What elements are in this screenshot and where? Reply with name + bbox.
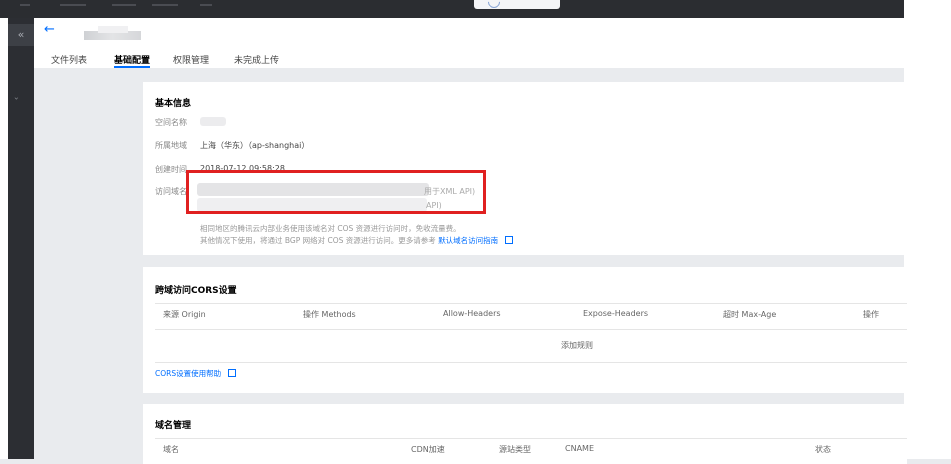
add-rule-link[interactable]: 添加规则 (561, 340, 593, 351)
back-arrow-icon[interactable]: ← (44, 23, 55, 37)
right-edge (904, 0, 951, 459)
column-header: 源站类型 (499, 445, 531, 454)
loading-icon (485, 0, 503, 11)
topbar-item (200, 4, 212, 6)
basic-info-card: 基本信息 空间名称 所属地域 上海（华东）（ap-shanghai） 创建时间 … (143, 82, 907, 255)
bucket-name-redacted (200, 117, 226, 126)
topbar-item (112, 4, 136, 6)
topbar-search-pill[interactable] (474, 0, 560, 11)
sidebar: « › (8, 18, 34, 459)
created-time-label: 创建时间 (155, 165, 187, 174)
cors-card: 跨域访问CORS设置 来源 Origin 操作 Methods Allow-He… (143, 267, 907, 393)
page-header: ← 文件列表 基础配置 权限管理 未完成上传 (34, 18, 904, 68)
topbar-item (152, 4, 178, 6)
column-header: CNAME (565, 444, 594, 453)
column-header: CDN加速 (411, 445, 445, 454)
main-content: 基本信息 空间名称 所属地域 上海（华东）（ap-shanghai） 创建时间 … (34, 68, 907, 464)
chevron-down-icon[interactable]: › (12, 97, 21, 100)
domain-note-line2: 其他情况下使用，将通过 BGP 网络对 COS 资源进行访问。更多请参考 默认域… (200, 235, 513, 246)
column-header: 操作 Methods (303, 310, 356, 319)
domain-label: 访问域名 (155, 187, 187, 196)
region-label: 所属地域 (155, 141, 187, 150)
domain-note-line1: 相同地区的腾讯云内部业务使用该域名对 COS 资源进行访问时，免收流量费。 (200, 224, 461, 233)
cors-help-link[interactable]: CORS设置使用帮助 (155, 368, 236, 379)
cors-table: 来源 Origin 操作 Methods Allow-Headers Expos… (155, 303, 907, 363)
external-link-icon[interactable] (504, 236, 513, 244)
section-title: 基本信息 (155, 99, 192, 109)
domain-mgmt-card: 域名管理 域名 CDN加速 源站类型 CNAME 状态 (143, 404, 907, 464)
column-header: 状态 (815, 445, 831, 454)
topbar-item (20, 4, 30, 6)
tab-basic-config[interactable]: 基础配置 (114, 53, 151, 68)
column-header: Expose-Headers (583, 309, 649, 318)
divider (155, 329, 907, 330)
column-header: 域名 (163, 445, 179, 454)
divider (155, 362, 907, 363)
column-header: 操作 (863, 310, 879, 319)
default-domain-guide-link[interactable]: 默认域名访问指南 (438, 236, 498, 245)
domain-table: 域名 CDN加速 源站类型 CNAME 状态 (155, 438, 907, 454)
region-value: 上海（华东）（ap-shanghai） (200, 141, 310, 150)
cors-help-text[interactable]: CORS设置使用帮助 (155, 369, 221, 378)
column-header: 来源 Origin (163, 310, 206, 319)
bucket-name-label: 空间名称 (155, 118, 187, 127)
section-title: 跨域访问CORS设置 (155, 286, 237, 296)
tab-file-list[interactable]: 文件列表 (51, 53, 87, 66)
topbar-item (60, 4, 86, 6)
domain-note-text: 其他情况下使用，将通过 BGP 网络对 COS 资源进行访问。更多请参考 (200, 236, 436, 245)
annotation-highlight-box (186, 170, 486, 214)
left-edge (0, 18, 8, 459)
tab-permissions[interactable]: 权限管理 (173, 53, 209, 66)
external-link-icon[interactable] (227, 369, 236, 377)
bucket-title-redacted (98, 26, 128, 33)
section-title: 域名管理 (155, 421, 192, 431)
top-bar (0, 0, 951, 18)
tab-incomplete-uploads[interactable]: 未完成上传 (234, 53, 279, 66)
collapse-sidebar-button[interactable]: « (8, 24, 34, 46)
column-header: Allow-Headers (443, 309, 501, 318)
column-header: 超时 Max-Age (723, 310, 777, 319)
